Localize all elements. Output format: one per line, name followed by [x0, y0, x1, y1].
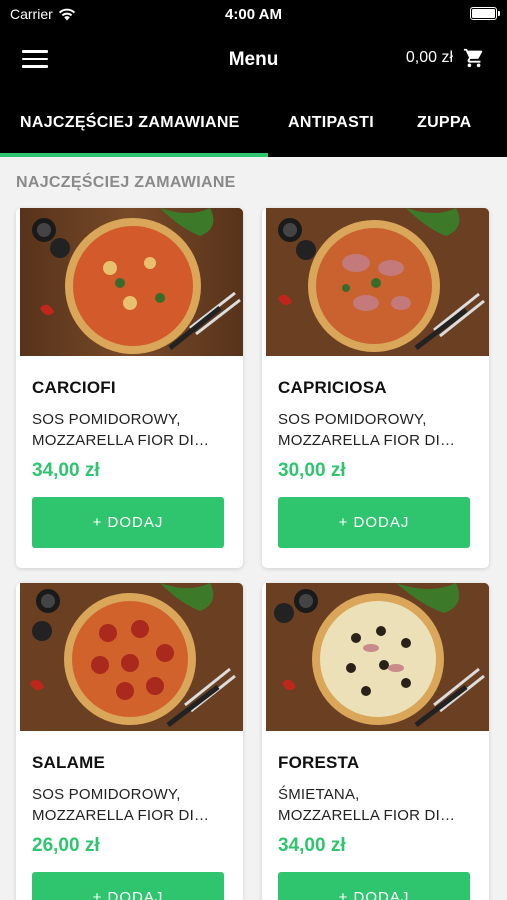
- add-to-cart-button[interactable]: + DODAJ: [32, 497, 224, 548]
- product-description: ŚMIETANA, MOZZARELLA FIOR DI…: [278, 786, 456, 824]
- product-name: SALAME: [32, 753, 105, 772]
- product-image: [266, 583, 489, 731]
- category-tabs: NAJCZĘŚCIEJ ZAMAWIANE ANTIPASTI ZUPPA: [0, 92, 507, 157]
- product-card[interactable]: CAPRICIOSA SOS POMIDOROWY, MOZZARELLA FI…: [262, 208, 489, 568]
- add-to-cart-button[interactable]: + DODAJ: [278, 497, 470, 548]
- status-bar: Carrier 4:00 AM: [0, 0, 507, 28]
- tab-najczesciej-zamawiane[interactable]: NAJCZĘŚCIEJ ZAMAWIANE: [20, 92, 240, 157]
- product-image: [20, 208, 243, 356]
- product-description: SOS POMIDOROWY, MOZZARELLA FIOR DI…: [278, 411, 456, 449]
- status-time: 4:00 AM: [225, 6, 282, 23]
- add-to-cart-button[interactable]: + DODAJ: [278, 872, 470, 900]
- product-card[interactable]: CARCIOFI SOS POMIDOROWY, MOZZARELLA FIOR…: [16, 208, 243, 568]
- active-tab-indicator: [0, 153, 268, 157]
- product-image: [20, 583, 243, 731]
- product-card[interactable]: FORESTA ŚMIETANA, MOZZARELLA FIOR DI… 34…: [262, 583, 489, 900]
- battery-icon: [470, 7, 500, 20]
- cart-total: 0,00 zł: [405, 49, 453, 66]
- tab-zuppa[interactable]: ZUPPA: [417, 92, 472, 157]
- section-title: NAJCZĘŚCIEJ ZAMAWIANE: [16, 174, 236, 191]
- cart-button[interactable]: 0,00 zł: [406, 47, 485, 69]
- product-description: SOS POMIDOROWY, MOZZARELLA FIOR DI…: [32, 786, 210, 824]
- tab-antipasti[interactable]: ANTIPASTI: [288, 92, 374, 157]
- product-name: CAPRICIOSA: [278, 378, 387, 397]
- product-image: [266, 208, 489, 356]
- product-name: FORESTA: [278, 753, 360, 772]
- product-name: CARCIOFI: [32, 378, 116, 397]
- product-price: 34,00 zł: [32, 460, 100, 481]
- nav-bar: Menu 0,00 zł: [0, 28, 507, 92]
- cart-icon: [463, 48, 483, 68]
- product-price: 30,00 zł: [278, 460, 346, 481]
- product-price: 26,00 zł: [32, 835, 100, 856]
- product-card[interactable]: SALAME SOS POMIDOROWY, MOZZARELLA FIOR D…: [16, 583, 243, 900]
- product-price: 34,00 zł: [278, 835, 346, 856]
- product-description: SOS POMIDOROWY, MOZZARELLA FIOR DI…: [32, 411, 210, 449]
- add-to-cart-button[interactable]: + DODAJ: [32, 872, 224, 900]
